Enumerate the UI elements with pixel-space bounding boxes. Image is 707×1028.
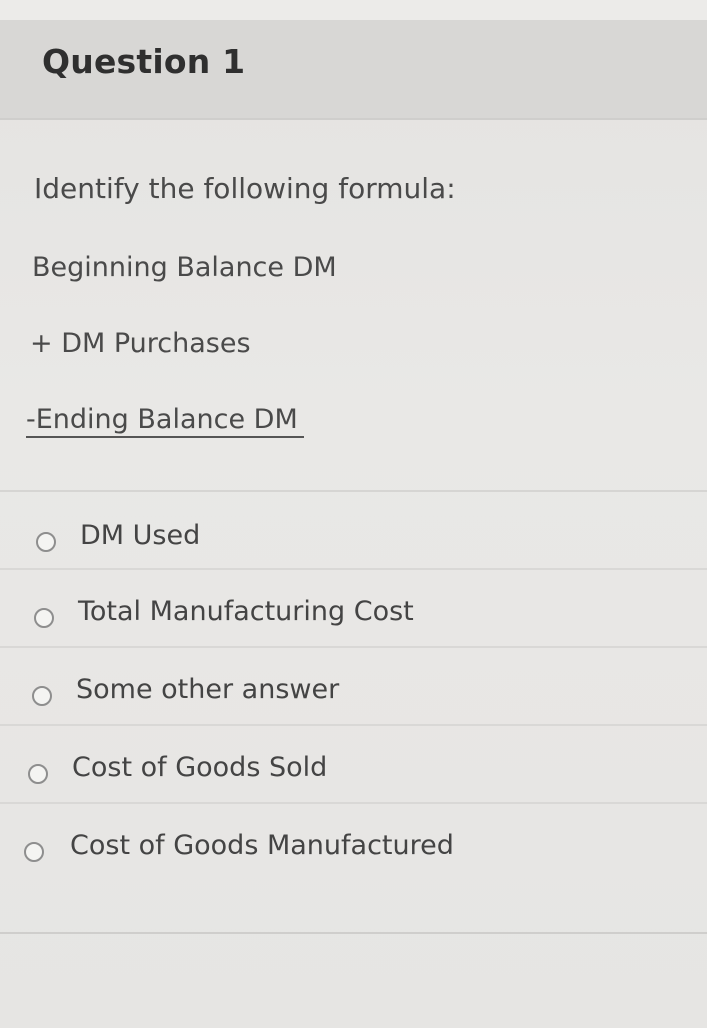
- question-header: Question 1: [0, 20, 707, 120]
- question-prompt: Identify the following formula:: [34, 172, 456, 205]
- radio-button[interactable]: [36, 532, 56, 552]
- answer-label: Total Manufacturing Cost: [78, 596, 414, 627]
- answer-option-cost-of-goods-sold[interactable]: Cost of Goods Sold: [0, 726, 707, 804]
- formula-line-beginning: Beginning Balance DM: [32, 252, 337, 283]
- radio-button[interactable]: [24, 842, 44, 862]
- formula-line-ending: -Ending Balance DM: [26, 404, 304, 438]
- answer-label: Some other answer: [76, 674, 340, 705]
- answer-option-some-other-answer[interactable]: Some other answer: [0, 648, 707, 726]
- answer-label: Cost of Goods Manufactured: [70, 830, 454, 861]
- radio-button[interactable]: [32, 686, 52, 706]
- radio-button[interactable]: [34, 608, 54, 628]
- formula-line-purchases: + DM Purchases: [30, 328, 251, 359]
- answer-label: DM Used: [80, 520, 201, 551]
- top-strip: [0, 0, 707, 20]
- question-body: Identify the following formula: Beginnin…: [0, 120, 707, 1028]
- quiz-page: Question 1 Identify the following formul…: [0, 0, 707, 1028]
- question-title: Question 1: [42, 42, 246, 81]
- radio-button[interactable]: [28, 764, 48, 784]
- answer-label: Cost of Goods Sold: [72, 752, 328, 783]
- answer-option-cost-of-goods-manufactured[interactable]: Cost of Goods Manufactured: [0, 804, 707, 882]
- answer-option-total-manufacturing-cost[interactable]: Total Manufacturing Cost: [0, 570, 707, 648]
- answer-option-dm-used[interactable]: DM Used: [0, 492, 707, 570]
- question-footer-divider: [0, 932, 707, 934]
